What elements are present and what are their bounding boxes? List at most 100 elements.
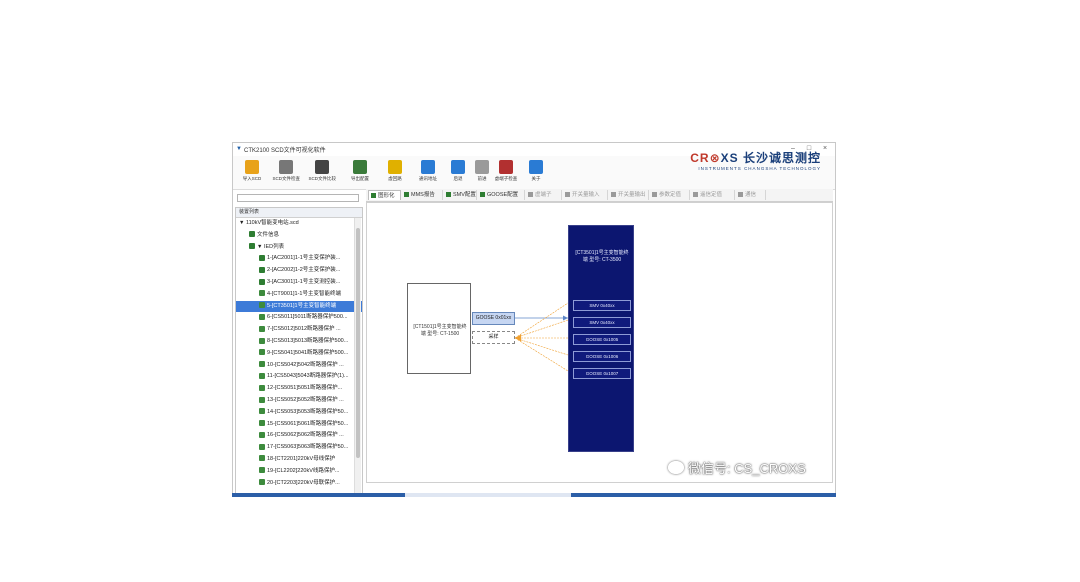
tree-item[interactable]: 13-[CS5052]5052断路器保护 ... xyxy=(236,395,362,407)
tab-6[interactable]: 开关量输出 xyxy=(609,190,649,200)
tree-item[interactable]: 5-[CT3501]1号主变智能终端 xyxy=(236,300,362,313)
tree-item-label: 文件信息 xyxy=(257,231,280,238)
toolbar-button-export[interactable]: 导出配置 xyxy=(345,158,375,188)
device-icon xyxy=(259,443,265,450)
diagram-canvas: [CT1501]1号主变智能终端 型号: CT-1500 GOOSE 0x01x… xyxy=(366,202,833,483)
tree-item[interactable]: 1-[AC2001]1-1号主变保护装... xyxy=(236,253,362,265)
toolbar-button-circuit[interactable]: 虚回路 xyxy=(380,158,410,188)
toolbar-button-check[interactable]: SCD文件检查 xyxy=(271,158,301,188)
tree-item-label: 9-[CS5041]5041断路器保护500... xyxy=(267,349,349,356)
toolbar-button-network[interactable]: 通讯地址 xyxy=(413,158,443,188)
tree-item[interactable]: 文件信息 xyxy=(236,230,362,242)
toolbar-label: SCD文件检查 xyxy=(272,176,301,182)
device-icon xyxy=(259,290,265,297)
device-icon xyxy=(259,372,265,379)
device-icon xyxy=(259,408,265,415)
info-icon xyxy=(529,160,543,174)
tree-item-label: 13-[CS5052]5052断路器保护 ... xyxy=(267,396,344,403)
tree-item[interactable]: 15-[CS5061]5061断路器保护50... xyxy=(236,419,362,431)
tab-7[interactable]: 参数定值 xyxy=(650,190,690,200)
tree-item[interactable]: 10-[CS5042]5042断路器保护 ... xyxy=(236,360,362,372)
tree-item-label: 6-[CS5011]5011断路器保护500... xyxy=(267,314,348,321)
device-icon xyxy=(259,349,265,356)
tab-1[interactable]: MMS报告 xyxy=(402,190,443,200)
application-window: ▼ CTK2100 SCD文件可视化软件 – □ × 导入SCD SCD文件检查 S… xyxy=(232,142,836,497)
tree-item-label: 15-[CS5061]5061断路器保护50... xyxy=(267,420,349,427)
device-tree: 装置列表 ▼ 110kV智能变电站.scd 文件信息 ▼ IED列表 1-[AC200… xyxy=(235,207,363,495)
tab-0[interactable]: 图形化 xyxy=(368,190,401,200)
sidebar: 装置列表 ▼ 110kV智能变电站.scd 文件信息 ▼ IED列表 1-[AC200… xyxy=(235,191,363,495)
watermark: 微信号: CS_CROXS xyxy=(668,458,806,477)
toolbar-button-info[interactable]: 关于 xyxy=(521,158,551,188)
tab-icon xyxy=(371,193,376,198)
tab-label: MMS报告 xyxy=(411,192,435,198)
left-device-node[interactable]: [CT1501]1号主变智能终端 型号: CT-1500 xyxy=(407,283,471,374)
tab-icon xyxy=(480,192,485,197)
scrollbar-thumb[interactable] xyxy=(356,228,360,458)
tree-item-label: 14-[CS5053]5053断路器保护50... xyxy=(267,408,349,415)
tab-icon xyxy=(652,192,657,197)
search-input[interactable] xyxy=(237,194,359,202)
tab-4[interactable]: 虚端子 xyxy=(526,190,562,200)
tree-item[interactable]: 17-[CS5063]5063断路器保护50... xyxy=(236,442,362,454)
tree-item-label: 11-[CS5043]5043断路器保护(1)... xyxy=(267,373,349,380)
check-icon xyxy=(279,160,293,174)
left-device-label: [CT1501]1号主变智能终端 型号: CT-1500 xyxy=(413,324,467,337)
tab-8[interactable]: 遥信定值 xyxy=(691,190,735,200)
toolbar-button-import[interactable]: 导入SCD xyxy=(237,158,267,188)
tree-item-label: 1-[AC2001]1-1号主变保护装... xyxy=(267,255,341,262)
tree-item[interactable]: 16-[CS5062]5062断路器保护 ... xyxy=(236,430,362,442)
tab-icon xyxy=(446,192,451,197)
right-port-3[interactable]: GOOSE 0x1005 xyxy=(573,334,631,345)
tree-item[interactable]: 11-[CS5043]5043断路器保护(1)... xyxy=(236,371,362,383)
tab-label: 开关量输入 xyxy=(572,192,600,198)
device-icon xyxy=(259,384,265,391)
tree-item[interactable]: 7-[CS5012]5012断路器保护 ... xyxy=(236,324,362,336)
tree-item[interactable]: 12-[CS5051]5051断路器保护... xyxy=(236,383,362,395)
tree-item-label: 2-[AC2002]1-2号主变保护装... xyxy=(267,267,341,274)
tab-3[interactable]: GOOSE配置 xyxy=(478,190,525,200)
tab-label: 遥信定值 xyxy=(700,192,723,198)
tab-2[interactable]: SMV配置 xyxy=(444,190,477,200)
tab-label: 开关量输出 xyxy=(618,192,646,198)
tree-item[interactable]: 3-[AC3001]1-1号主变测控装... xyxy=(236,277,362,289)
right-port-1[interactable]: SMV 0x40xx xyxy=(573,300,631,311)
device-icon xyxy=(259,479,265,486)
tree-item[interactable]: 20-[CT2203]220kV母联保护... xyxy=(236,478,362,490)
device-icon xyxy=(259,361,265,368)
tree-item-label: 4-[CT9001]1-1号主变智能终端 xyxy=(267,290,341,297)
tree-item-label: 17-[CS5063]5063断路器保护50... xyxy=(267,444,349,451)
tree-item[interactable]: ▼ IED列表 xyxy=(236,242,362,254)
tree-item[interactable]: ▼ 110kV智能变电站.scd xyxy=(236,218,362,230)
right-port-4[interactable]: GOOSE 0x1006 xyxy=(573,351,631,362)
toolbar-label: 虚端子检查 xyxy=(494,176,518,182)
tab-icon xyxy=(528,192,533,197)
tree-item[interactable]: 18-[CT2201]220kV母线保护 xyxy=(236,454,362,466)
device-icon xyxy=(259,325,265,332)
device-icon xyxy=(259,420,265,427)
tree-item[interactable]: 2-[AC2002]1-2号主变保护装... xyxy=(236,265,362,277)
right-device-label: [CT3501]1号主变智能终端 型号: CT-3500 xyxy=(575,250,629,263)
right-port-5[interactable]: GOOSE 0x1007 xyxy=(573,368,631,379)
tab-9[interactable]: 通信 xyxy=(736,190,766,200)
tree-item[interactable]: 4-[CT9001]1-1号主变智能终端 xyxy=(236,289,362,301)
toolbar-label: 导入SCD xyxy=(242,176,262,182)
device-icon xyxy=(259,431,265,438)
tree-item[interactable]: 6-[CS5011]5011断路器保护500... xyxy=(236,312,362,324)
tree-item-label: 5-[CT3501]1号主变智能终端 xyxy=(267,302,337,309)
goose-port[interactable]: GOOSE 0x01xx xyxy=(472,312,515,325)
toolbar-button-bug[interactable]: 虚端子检查 xyxy=(491,158,521,188)
device-icon xyxy=(259,396,265,403)
tree-item-label: 19-[CL2202]220kV线路保护... xyxy=(267,467,340,474)
right-port-2[interactable]: SMV 0x40xx xyxy=(573,317,631,328)
tree-item[interactable]: 14-[CS5053]5053断路器保护50... xyxy=(236,407,362,419)
tree-item[interactable]: 9-[CS5041]5041断路器保护500... xyxy=(236,348,362,360)
sample-port[interactable]: 采样 xyxy=(472,331,515,344)
tree-item[interactable]: 19-[CL2202]220kV线路保护... xyxy=(236,466,362,478)
tab-5[interactable]: 开关量输入 xyxy=(563,190,608,200)
toolbar-button-compare[interactable]: SCD文件比较 xyxy=(307,158,337,188)
tree-item[interactable]: 8-[CS5013]5013断路器保护500... xyxy=(236,336,362,348)
tree-scrollbar[interactable] xyxy=(354,218,361,494)
right-device-node[interactable]: [CT3501]1号主变智能终端 型号: CT-3500 SMV 0x40xx … xyxy=(568,225,634,452)
brand-suffix: XS 长沙诚思测控 xyxy=(720,151,821,165)
